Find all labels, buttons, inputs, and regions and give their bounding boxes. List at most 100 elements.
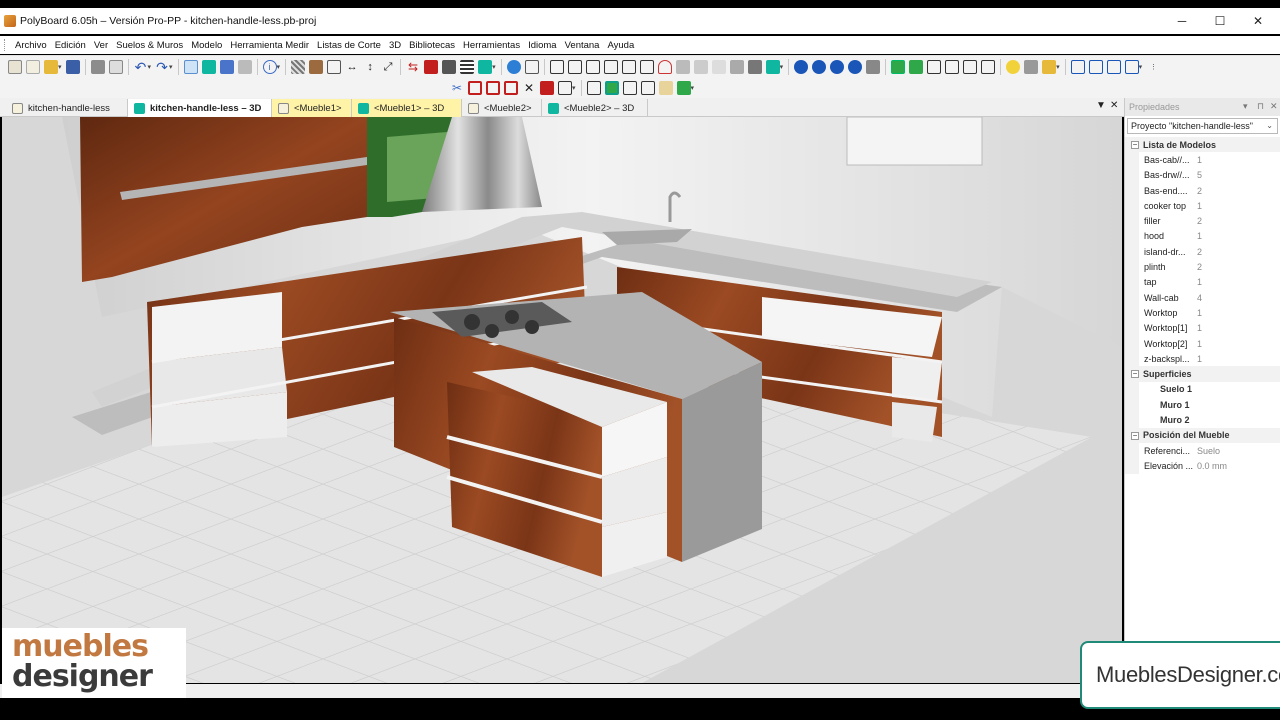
frame-split-icon[interactable] xyxy=(486,81,500,95)
model-row[interactable]: z-backspl... 1 xyxy=(1125,351,1280,367)
menu-modelo[interactable]: Modelo xyxy=(191,40,222,51)
3d-view-icon[interactable] xyxy=(478,59,493,74)
menu-ayuda[interactable]: Ayuda xyxy=(607,40,634,51)
view-box-d-icon[interactable] xyxy=(981,59,996,74)
texture-icon[interactable] xyxy=(1042,59,1057,74)
list-icon[interactable] xyxy=(524,59,539,74)
3d-viewport[interactable] xyxy=(2,117,1122,683)
shape-d-icon[interactable] xyxy=(747,59,762,74)
table-icon[interactable] xyxy=(327,59,342,74)
surface-row[interactable]: Suelo 1 xyxy=(1125,381,1280,398)
minimize-button[interactable]: ─ xyxy=(1162,8,1202,34)
move-icon[interactable]: ✕ xyxy=(522,81,536,95)
section-superficies[interactable]: Superficies − xyxy=(1125,366,1280,382)
width-arrow-icon[interactable]: ↔ xyxy=(345,60,359,74)
copy-icon[interactable] xyxy=(237,59,252,74)
info-icon[interactable]: i xyxy=(262,59,277,74)
rotate-b-icon[interactable] xyxy=(812,59,827,74)
menu-suelos-muros[interactable]: Suelos & Muros xyxy=(116,40,183,51)
frame-icon[interactable] xyxy=(468,81,482,95)
menu-archivo[interactable]: Archivo xyxy=(15,40,47,51)
undo-icon[interactable]: ↶ xyxy=(134,60,148,74)
box-wood-icon[interactable] xyxy=(658,81,673,95)
section-posicion-mueble[interactable]: Posición del Mueble − xyxy=(1125,427,1280,443)
tabs-close-icon[interactable]: ✕ xyxy=(1110,100,1118,111)
tab-mueble2[interactable]: <Mueble2> xyxy=(462,99,542,117)
tab-mueble2-3d[interactable]: <Mueble2> – 3D xyxy=(542,99,648,117)
model-row[interactable]: Bas-drw//... 5 xyxy=(1125,167,1280,183)
model-row[interactable]: cooker top 1 xyxy=(1125,198,1280,214)
layers-icon[interactable] xyxy=(219,59,234,74)
shape-a-icon[interactable] xyxy=(675,59,690,74)
shape-b-icon[interactable] xyxy=(711,59,726,74)
menu-3d[interactable]: 3D xyxy=(389,40,401,51)
save-icon[interactable] xyxy=(65,59,80,74)
view-box-c-icon[interactable] xyxy=(963,59,978,74)
view-iso-icon[interactable] xyxy=(909,59,924,74)
rotate-a-icon[interactable] xyxy=(794,59,809,74)
menu-listas-de-corte[interactable]: Listas de Corte xyxy=(317,40,381,51)
section-lista-modelos[interactable]: Lista de Modelos − xyxy=(1125,137,1280,153)
model-row[interactable]: Bas-end.... 2 xyxy=(1125,182,1280,199)
panel-dropdown-icon[interactable]: ▾ xyxy=(1243,101,1248,112)
camera-a-icon[interactable] xyxy=(1070,59,1085,74)
menu-idioma[interactable]: Idioma xyxy=(528,40,557,51)
collapse-icon[interactable]: − xyxy=(1131,141,1139,149)
surface-row[interactable]: Muro 1 xyxy=(1125,397,1280,413)
panel-a-icon[interactable] xyxy=(567,59,582,74)
tab-plan[interactable]: kitchen-handle-less xyxy=(6,99,128,117)
cube-icon[interactable] xyxy=(201,59,216,74)
menu-ventana[interactable]: Ventana xyxy=(565,40,600,51)
camera-d-icon[interactable] xyxy=(1124,59,1139,74)
rotate-d-icon[interactable] xyxy=(848,59,863,74)
property-value[interactable]: Suelo xyxy=(1195,446,1220,456)
camera-b-icon[interactable] xyxy=(1088,59,1103,74)
box-solid-icon[interactable] xyxy=(676,81,691,95)
panel-vertical-icon[interactable] xyxy=(549,59,564,74)
print-preview-icon[interactable] xyxy=(108,59,123,74)
menu-edicion[interactable]: Edición xyxy=(55,40,86,51)
tab-mueble1-3d[interactable]: <Mueble1> – 3D xyxy=(352,99,462,117)
shape-c-icon[interactable] xyxy=(729,59,744,74)
panel-d-icon[interactable] xyxy=(621,59,636,74)
delete-panel-icon[interactable] xyxy=(540,81,554,95)
model-row[interactable]: tap 1 xyxy=(1125,274,1280,290)
panel-pin-icon[interactable]: ⊓ xyxy=(1257,101,1264,112)
model-row[interactable]: island-dr... 2 xyxy=(1125,244,1280,260)
model-row[interactable]: plinth 2 xyxy=(1125,259,1280,275)
new-template-icon[interactable] xyxy=(26,59,40,74)
auto-icon[interactable] xyxy=(866,59,881,74)
panel-close-icon[interactable]: ✕ xyxy=(1270,101,1278,112)
split-icon[interactable]: ⇆ xyxy=(406,60,420,74)
tabs-dropdown-icon[interactable]: ▼ xyxy=(1096,100,1106,111)
rotate-c-icon[interactable] xyxy=(830,59,845,74)
height-arrow-icon[interactable]: ↕ xyxy=(363,60,377,74)
open-folder-icon[interactable] xyxy=(44,59,58,74)
light-bulb-icon[interactable] xyxy=(1006,59,1021,74)
box-c-icon[interactable] xyxy=(640,81,655,95)
panel-e-icon[interactable] xyxy=(639,59,654,74)
project-selector[interactable]: Proyecto "kitchen-handle-less" ⌄ xyxy=(1127,118,1278,134)
depth-arrow-icon[interactable]: ⤢ xyxy=(381,60,395,74)
view-box-a-icon[interactable] xyxy=(927,59,942,74)
close-button[interactable]: ✕ xyxy=(1238,8,1278,34)
properties-icon[interactable] xyxy=(183,59,198,74)
tab-3d[interactable]: kitchen-handle-less – 3D xyxy=(128,99,272,117)
box-b-icon[interactable] xyxy=(622,81,637,95)
model-row[interactable]: Wall-cab 4 xyxy=(1125,289,1280,306)
stack-icon[interactable] xyxy=(558,81,572,95)
globe-icon[interactable] xyxy=(506,59,521,74)
door-icon[interactable] xyxy=(424,59,439,74)
model-row[interactable]: Worktop[1] 1 xyxy=(1125,320,1280,336)
panel-c-icon[interactable] xyxy=(603,59,618,74)
tools-icon[interactable]: ✂ xyxy=(450,81,464,95)
view-front-icon[interactable] xyxy=(891,59,906,74)
model-row[interactable]: Bas-cab//... 1 xyxy=(1125,152,1280,168)
arch-icon[interactable] xyxy=(657,59,672,74)
frame-drawer-icon[interactable] xyxy=(504,81,518,95)
material-icon[interactable] xyxy=(1024,59,1039,74)
property-value[interactable]: 0.0 mm xyxy=(1195,461,1227,471)
maximize-button[interactable]: ☐ xyxy=(1200,8,1240,34)
position-row[interactable]: Elevación ... 0.0 mm xyxy=(1125,458,1280,474)
module-icon[interactable] xyxy=(765,59,780,74)
